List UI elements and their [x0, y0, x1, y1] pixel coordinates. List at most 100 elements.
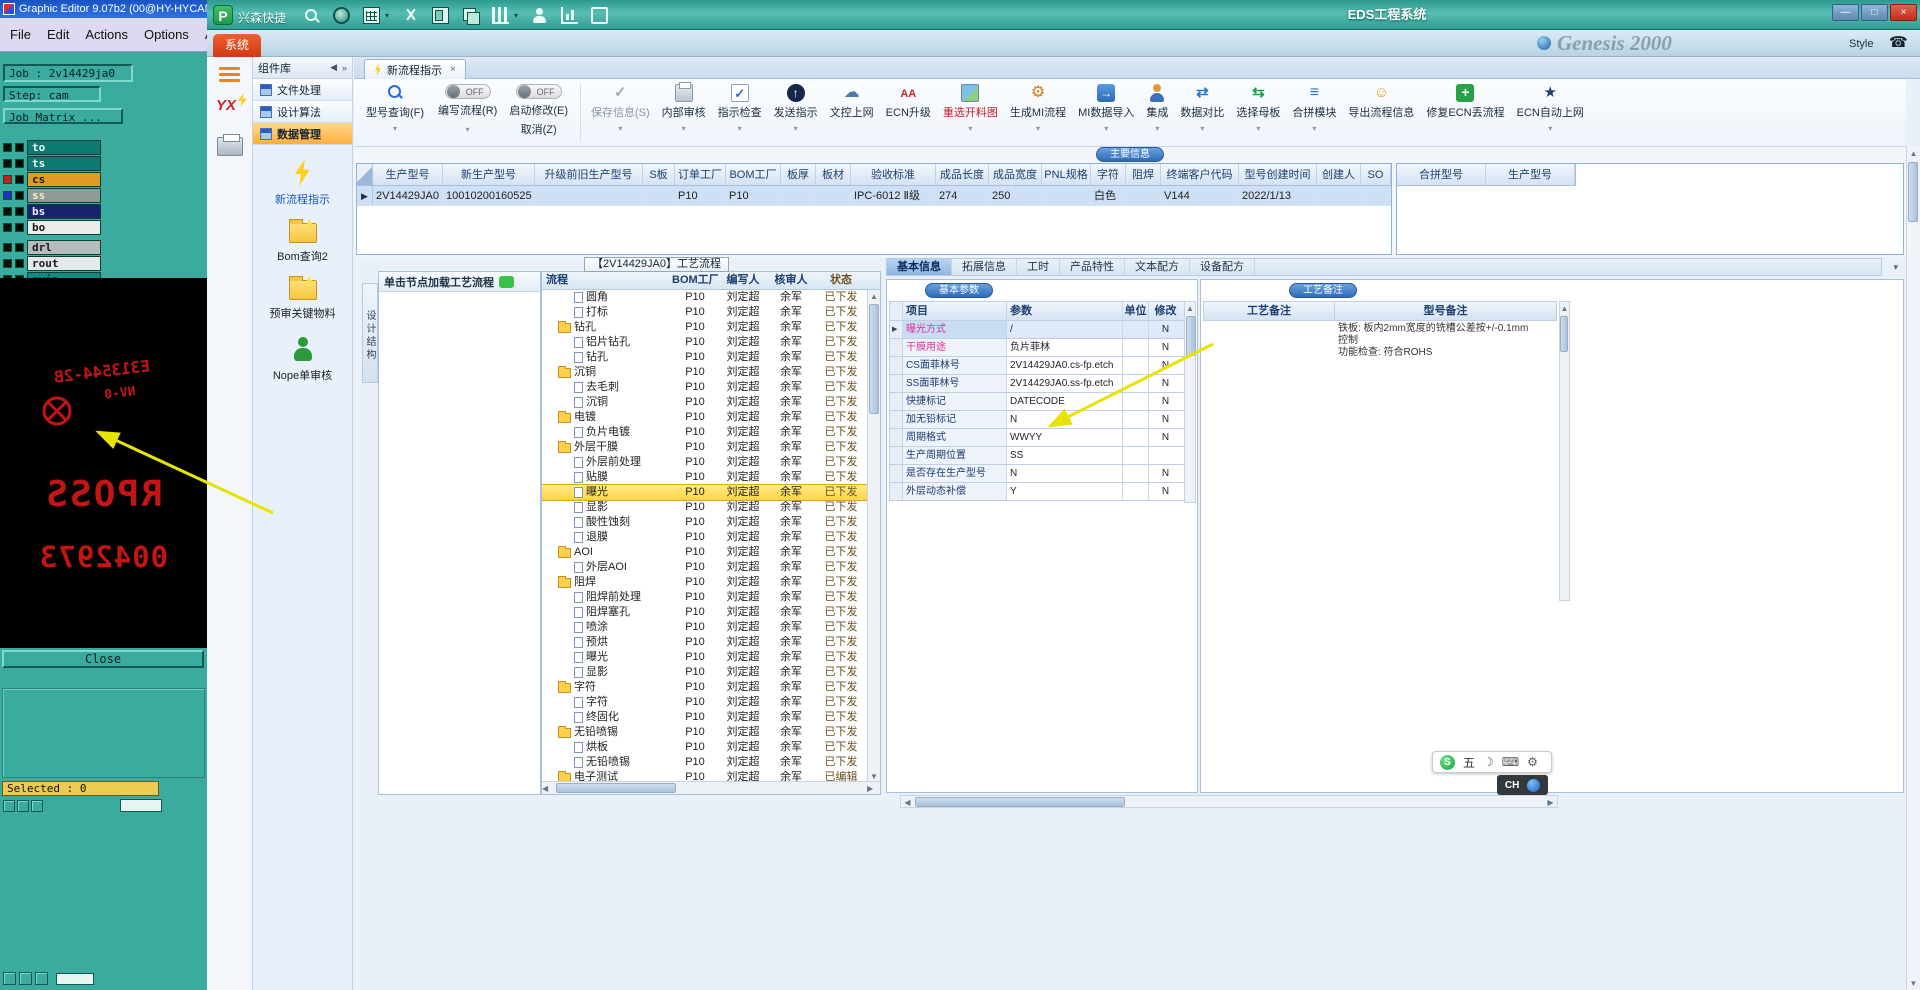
param-value[interactable]: N	[1007, 465, 1123, 482]
param-row[interactable]: 是否存在生产型号 N N	[889, 465, 1185, 483]
tree-vertical-scrollbar[interactable]: ▲ ▼	[867, 290, 880, 783]
layer-toggle-icon[interactable]	[3, 243, 12, 252]
param-row[interactable]: 周期格式 WWYY N	[889, 429, 1185, 447]
detail-horizontal-scrollbar[interactable]: ◀ ▶	[900, 795, 1558, 808]
col-item[interactable]: 项目	[903, 302, 1007, 320]
caret-down-icon[interactable]: ▾	[738, 124, 742, 134]
flow-tree-row[interactable]: 曝光 P10 刘定超 余军 已下发	[542, 650, 868, 665]
main-column-header[interactable]: 订单工厂	[675, 164, 726, 185]
caret-down-icon[interactable]: ▾	[385, 11, 389, 20]
main-column-header[interactable]: 升级前旧生产型号	[535, 164, 643, 185]
mini-toggle[interactable]	[3, 972, 16, 985]
flow-tree-row[interactable]: 外层干膜 P10 刘定超 余军 已下发	[542, 440, 868, 455]
collapse-left-icon[interactable]: ◀	[330, 62, 337, 73]
col-value[interactable]: 参数	[1007, 302, 1123, 320]
layer-toggle-icon[interactable]	[3, 159, 12, 168]
scroll-up-icon[interactable]: ▲	[868, 290, 880, 303]
main-column-header[interactable]: 成品长度	[936, 164, 989, 185]
sidebar-tool[interactable]: 预审关键物料	[253, 276, 352, 321]
param-value[interactable]: DATECODE	[1007, 393, 1123, 410]
layer-name[interactable]: drl	[27, 240, 101, 255]
param-value[interactable]: /	[1007, 321, 1123, 338]
param-row[interactable]: 快捷标记 DATECODE N	[889, 393, 1185, 411]
ribbon-button[interactable]: 生成MI流程 ▾	[1004, 84, 1072, 134]
param-value[interactable]: 负片菲林	[1007, 339, 1123, 356]
caret-down-icon[interactable]: ▾	[1036, 124, 1040, 134]
flow-tree-row[interactable]: 曝光 P10 刘定超 余军 已下发	[542, 484, 868, 501]
param-row[interactable]: 生产周期位置 SS	[889, 447, 1185, 465]
main-cell[interactable]	[816, 186, 851, 205]
main-column-header[interactable]: 字符	[1091, 164, 1126, 185]
param-value[interactable]: WWYY	[1007, 429, 1123, 446]
flow-tree-row[interactable]: 电镀 P10 刘定超 余军 已下发	[542, 410, 868, 425]
ribbon-button[interactable]: 导出流程信息	[1342, 84, 1420, 134]
ribbon-button[interactable]: 选择母板 ▾	[1230, 84, 1286, 134]
flow-tree-row[interactable]: 无铅喷锡 P10 刘定超 余军 已下发	[542, 725, 868, 740]
quick-launch-logo[interactable]: P	[213, 5, 233, 25]
main-cell[interactable]: 2V14429JA0	[373, 186, 443, 205]
yx-logo[interactable]: YX	[216, 97, 236, 114]
param-row[interactable]: 外层动态补偿 Y N	[889, 483, 1185, 501]
flow-tree-row[interactable]: 铝片钻孔 P10 刘定超 余军 已下发	[542, 335, 868, 350]
sidebar-tool[interactable]: Bom查询2	[253, 219, 352, 264]
col-modified[interactable]: 修改	[1149, 302, 1182, 320]
main-column-header[interactable]: 阻焊	[1126, 164, 1161, 185]
main-column-header[interactable]: 新生产型号	[443, 164, 535, 185]
flow-tree-row[interactable]: 预烘 P10 刘定超 余军 已下发	[542, 635, 868, 650]
param-value[interactable]: N	[1007, 411, 1123, 428]
settings-gear-icon[interactable]: ⚙	[1527, 755, 1538, 769]
ribbon-button[interactable]: 修复ECN丢流程	[1420, 84, 1510, 134]
model-query-button[interactable]: 型号查询(F) ▾	[360, 84, 430, 134]
layer-toggle-icon[interactable]	[3, 143, 12, 152]
flow-tree-row[interactable]: 退膜 P10 刘定超 余军 已下发	[542, 530, 868, 545]
main-cell[interactable]	[1042, 186, 1091, 205]
col-unit[interactable]: 单位	[1123, 302, 1149, 320]
ribbon-button[interactable]: 文控上网	[824, 84, 880, 134]
layer-toggle-icon[interactable]	[3, 259, 12, 268]
layer-row[interactable]: to	[0, 140, 207, 155]
caret-down-icon[interactable]: ▾	[1200, 124, 1204, 134]
caret-down-icon[interactable]: ▾	[1893, 262, 1898, 273]
col-process-remark[interactable]: 工艺备注	[1203, 301, 1335, 321]
scissors-icon[interactable]	[402, 7, 419, 24]
add-user-icon[interactable]	[531, 7, 548, 24]
flow-tree-row[interactable]: 阻焊 P10 刘定超 余军 已下发	[542, 575, 868, 590]
mini-toggle[interactable]	[17, 800, 29, 812]
minimize-button[interactable]: —	[1832, 4, 1859, 21]
main-cell[interactable]	[1317, 186, 1361, 205]
chat-bubble-icon[interactable]	[499, 275, 514, 288]
col-status[interactable]: 状态	[814, 272, 868, 289]
detail-tab[interactable]: 文本配方	[1125, 259, 1190, 275]
layer-row[interactable]: bs	[0, 204, 207, 219]
layer-name[interactable]: bo	[27, 220, 101, 235]
param-value[interactable]: SS	[1007, 447, 1123, 464]
layer-name[interactable]: to	[27, 140, 101, 155]
param-row[interactable]: CS面菲林号 2V14429JA0.cs-fp.etch N	[889, 357, 1185, 375]
mini-toggle[interactable]	[19, 972, 32, 985]
menu-item[interactable]: Actions	[85, 27, 128, 42]
panels-icon[interactable]	[432, 6, 450, 24]
scroll-thumb[interactable]	[1908, 162, 1918, 222]
crop-icon[interactable]	[591, 6, 609, 24]
flow-tree-row[interactable]: 喷涂 P10 刘定超 余军 已下发	[542, 620, 868, 635]
layer-toggle2-icon[interactable]	[15, 159, 24, 168]
tab-system[interactable]: 系统	[213, 34, 261, 57]
layer-name[interactable]: bs	[27, 204, 101, 219]
layer-name[interactable]: rout	[27, 256, 101, 271]
main-column-header[interactable]: 验收标准	[851, 164, 936, 185]
caret-down-icon[interactable]: ▾	[466, 125, 470, 135]
detail-tab[interactable]: 产品特性	[1060, 259, 1125, 275]
layer-toggle2-icon[interactable]	[15, 143, 24, 152]
main-column-header[interactable]: 终端客户代码	[1161, 164, 1239, 185]
flow-tree-row[interactable]: 钻孔 P10 刘定超 余军 已下发	[542, 350, 868, 365]
cam-canvas[interactable]: E313544-2B NV-0 RPOSS 0042973	[0, 278, 207, 648]
layer-toggle2-icon[interactable]	[15, 207, 24, 216]
collapse-right-icon[interactable]: »	[342, 63, 347, 73]
flow-tree-row[interactable]: 去毛刺 P10 刘定超 余军 已下发	[542, 380, 868, 395]
ribbon-button[interactable]: 重选开料图 ▾	[937, 84, 1004, 134]
flow-tree-row[interactable]: 贴膜 P10 刘定超 余军 已下发	[542, 470, 868, 485]
scroll-thumb[interactable]	[1186, 316, 1196, 356]
tab-new-flow-instruction[interactable]: 新流程指示 ×	[364, 59, 466, 79]
sidebar-section[interactable]: 设计算法	[253, 101, 352, 123]
ime-mode-label[interactable]: 五	[1463, 754, 1475, 771]
